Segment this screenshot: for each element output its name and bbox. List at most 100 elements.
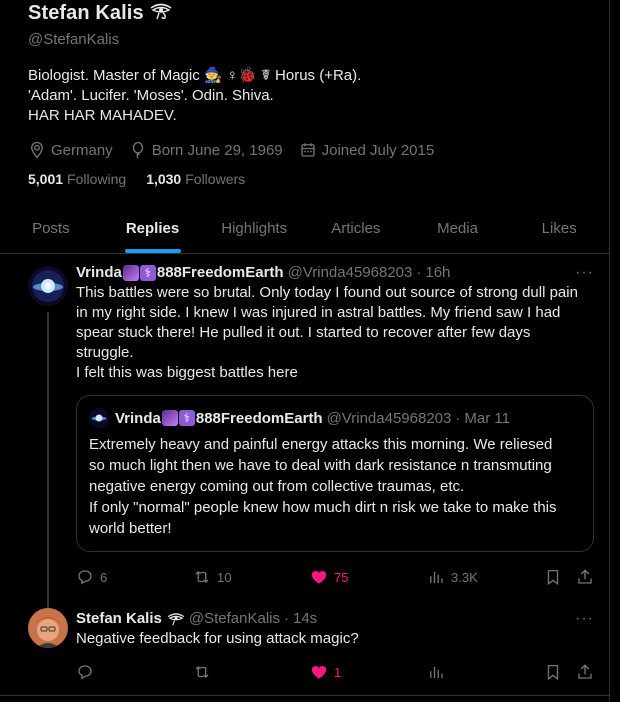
tab-label: Highlights [221,220,288,237]
repost-count: 10 [217,569,232,585]
quoted-post[interactable]: Vrinda ⚕ 888FreedomEarth @Vrinda45968203… [76,395,594,552]
galaxy-emoji-icon [161,410,178,426]
bio-line: Biologist. Master of Magic 🧙 ♀🐞 ☤ Horus … [28,67,362,84]
author-name[interactable]: Stefan Kalis [76,610,185,627]
like-count: 75 [334,569,349,585]
following-link[interactable]: 5,001 Following [28,171,126,187]
more-options-icon[interactable]: ··· [575,264,594,282]
profile-birthday: Born June 29, 1969 [129,141,283,159]
tab-replies[interactable]: Replies [102,204,204,253]
bookmark-icon[interactable] [544,663,562,681]
more-options-icon[interactable]: ··· [575,610,594,628]
repost-button[interactable] [193,663,303,681]
share-icon[interactable] [576,663,594,681]
tab-label: Replies [125,220,180,237]
column-border [609,0,610,702]
share-icon[interactable] [576,568,594,586]
calendar-icon [300,143,315,157]
reply-count: 6 [100,569,108,585]
post-text: This battles were so brutal. Only today … [76,283,594,383]
tab-label: Articles [331,220,381,237]
post-text-line: I felt this was biggest battles here [76,364,298,381]
quoted-author-handle: @Vrinda45968203 [326,409,452,427]
balloon-icon [132,141,143,159]
bio-line: 'Adam'. Lucifer. 'Moses'. Odin. Shiva. [28,87,274,104]
separator-dot: · [283,610,289,627]
birthday-text: Born June 29, 1969 [151,141,283,159]
like-button[interactable]: 75 [310,568,420,586]
post-text-line: This battles were so brutal. Only today … [76,284,578,301]
view-count: 3.3K [451,569,478,585]
author-handle[interactable]: @Vrinda45968203 [288,264,413,281]
quoted-post-time: Mar 11 [464,409,510,427]
post-actions: 1 [76,663,594,681]
separator-dot: · [416,264,422,281]
views-icon [430,571,443,583]
eye-of-horus-icon [167,612,185,625]
thread-line [47,312,49,614]
author-name-text: Stefan Kalis [76,610,162,627]
post-text-line: spear stuck there! He pulled it out. I s… [76,324,531,341]
tab-label: Media [437,220,478,237]
reply-button[interactable] [76,663,186,681]
views-button[interactable] [427,663,537,681]
followers-count: 1,030 [146,171,182,187]
followers-label: Followers [185,171,246,187]
profile-display-name: Stefan Kalis [28,2,144,24]
tab-likes[interactable]: Likes [508,204,610,253]
quoted-text-line: If only "normal" people knew how much di… [89,499,557,516]
eye-of-horus-icon [150,2,172,25]
tab-label: Posts [32,220,70,237]
post-header: Vrinda ⚕ 888FreedomEarth @Vrinda45968203… [76,264,594,281]
location-pin-icon [31,141,43,159]
quoted-author-name-suffix: 888FreedomEarth [195,409,323,427]
post-text-line: Negative feedback for using attack magic… [76,630,359,647]
quoted-post-header: Vrinda ⚕ 888FreedomEarth @Vrinda45968203… [89,408,581,428]
tab-media[interactable]: Media [407,204,509,253]
bookmark-icon[interactable] [544,568,562,586]
post-header: Stefan Kalis @StefanKalis · 14s [76,610,594,627]
quoted-text-line: negative energy coming out from collecti… [89,478,465,495]
post-time[interactable]: 14s [293,610,317,627]
author-name[interactable]: Vrinda ⚕ 888FreedomEarth [76,264,284,281]
followers-link[interactable]: 1,030 Followers [146,171,245,187]
post-actions: 6 10 75 3.3K [76,568,594,586]
tab-highlights[interactable]: Highlights [203,204,305,253]
profile-handle: @StefanKalis [28,31,120,48]
galaxy-emoji-icon [122,264,139,281]
avatar[interactable] [28,608,68,648]
follow-stats: 5,001 Following 1,030 Followers [28,171,598,187]
post-text: Negative feedback for using attack magic… [76,629,594,649]
avatar[interactable] [28,266,68,306]
views-button[interactable]: 3.3K [427,568,537,586]
tab-articles[interactable]: Articles [305,204,407,253]
repost-icon [195,571,209,583]
reply-icon [78,570,92,585]
separator-dot: · [455,409,461,427]
quoted-author-name-text: Vrinda [115,409,161,427]
post-divider [0,695,610,696]
reply-button[interactable]: 6 [76,568,186,586]
author-handle[interactable]: @StefanKalis [189,610,280,627]
active-tab-indicator [124,249,181,253]
views-icon [430,666,443,678]
bio-line: HAR HAR MAHADEV. [28,107,177,124]
post-time[interactable]: 16h [425,264,450,281]
quoted-avatar [89,408,109,428]
location-text: Germany [51,141,113,159]
tab-posts[interactable]: Posts [0,204,102,253]
author-name-suffix: 888FreedomEarth [156,264,284,281]
caduceus-emoji-icon: ⚕ [178,410,195,426]
quoted-text-line: so much light then we have to deal with … [89,457,552,474]
tab-label: Likes [541,220,577,237]
heart-filled-icon [311,571,327,584]
like-button[interactable]: 1 [310,663,420,681]
quoted-text-line: Extremely heavy and painful energy attac… [89,436,553,453]
like-count: 1 [334,664,342,680]
caduceus-emoji-icon: ⚕ [139,264,156,281]
heart-filled-icon [311,666,327,679]
repost-button[interactable]: 10 [193,568,303,586]
joined-text: Joined July 2015 [321,141,435,159]
profile-joined: Joined July 2015 [299,141,435,159]
post-text-line: struggle. [76,344,134,361]
